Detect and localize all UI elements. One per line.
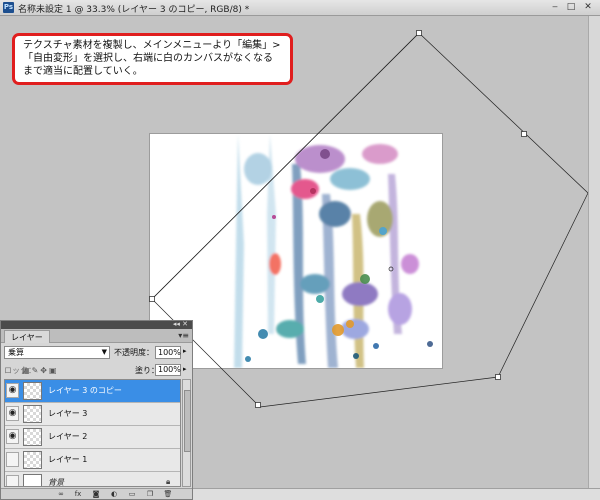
adjustment-icon[interactable]: ◐ bbox=[108, 490, 120, 498]
layer-thumbnail bbox=[23, 451, 42, 469]
layer-list: ◉ レイヤー 3 のコピー ◉ レイヤー 3 ◉ レイヤー 2 レイヤー 1 背… bbox=[4, 379, 181, 487]
layer-row[interactable]: ◉ レイヤー 3 のコピー bbox=[5, 380, 180, 403]
layer-row[interactable]: ◉ レイヤー 2 bbox=[5, 426, 180, 449]
blend-mode-select[interactable]: 乗算 ▼ bbox=[4, 346, 110, 359]
fill-field[interactable]: 100% bbox=[155, 364, 181, 376]
panel-drag-strip[interactable]: ◂◂ ✕ bbox=[1, 320, 192, 329]
panel-menu-icon[interactable]: ▾≡ bbox=[178, 330, 189, 342]
lock-icons[interactable]: ▦✎✥▣ bbox=[22, 364, 59, 377]
eye-icon[interactable]: ◉ bbox=[6, 383, 19, 398]
layer-thumbnail bbox=[23, 405, 42, 423]
transform-handle-left[interactable] bbox=[149, 296, 155, 302]
link-icon[interactable]: ∞ bbox=[55, 490, 67, 498]
fx-icon[interactable]: fx bbox=[72, 490, 84, 498]
new-layer-icon[interactable]: ❐ bbox=[144, 490, 156, 498]
layer-thumbnail bbox=[23, 474, 42, 486]
canvas[interactable] bbox=[150, 134, 442, 368]
layer-row[interactable]: ◉ レイヤー 3 bbox=[5, 403, 180, 426]
chevron-down-icon: ▼ bbox=[101, 348, 107, 356]
transform-handle-top[interactable] bbox=[416, 30, 422, 36]
callout-line: 「自由変形」を選択し、右端に白のカンバスがなくなる bbox=[23, 53, 273, 64]
eye-hidden-icon[interactable] bbox=[6, 475, 19, 486]
eye-hidden-icon[interactable] bbox=[6, 452, 19, 467]
callout-line: テクスチャ素材を複製し、メインメニューより「編集」> bbox=[23, 40, 281, 51]
scrollbar-thumb[interactable] bbox=[184, 390, 191, 452]
layer-list-scrollbar[interactable] bbox=[182, 379, 191, 487]
opacity-field[interactable]: 100% bbox=[155, 346, 181, 359]
instruction-callout: テクスチャ素材を複製し、メインメニューより「編集」> 「自由変形」を選択し、右端… bbox=[12, 33, 293, 85]
layer-name: レイヤー 3 bbox=[48, 409, 88, 418]
collapse-arrows-icon[interactable]: ◂◂ ✕ bbox=[173, 320, 188, 329]
minimize-icon[interactable]: ‒ bbox=[549, 2, 561, 13]
layer-name: レイヤー 3 のコピー bbox=[48, 386, 122, 395]
layer-row[interactable]: レイヤー 1 bbox=[5, 449, 180, 472]
panel-tabbar: レイヤー ▾≡ bbox=[1, 329, 192, 343]
lock-paint-icon[interactable]: ✎ bbox=[32, 366, 41, 375]
tab-layers[interactable]: レイヤー bbox=[4, 330, 50, 343]
close-icon[interactable]: ✕ bbox=[582, 2, 594, 13]
lock-icon: 🔒︎ bbox=[166, 477, 171, 486]
layer-name: レイヤー 1 bbox=[48, 455, 88, 464]
document-title: 名称未設定 1 @ 33.3% (レイヤー 3 のコピー, RGB/8) * bbox=[18, 5, 250, 15]
maximize-icon[interactable]: □ bbox=[565, 2, 577, 13]
layer-thumbnail bbox=[23, 382, 42, 400]
blend-row: 乗算 ▼ 不透明度： 100% ▸ bbox=[4, 346, 190, 360]
transform-handle-right-upper[interactable] bbox=[521, 131, 527, 137]
layers-panel: ◂◂ ✕ レイヤー ▾≡ 乗算 ▼ 不透明度： 100% ▸ ロック： ▦✎✥▣… bbox=[0, 320, 193, 500]
document-titlebar[interactable]: Ps 名称未設定 1 @ 33.3% (レイヤー 3 のコピー, RGB/8) … bbox=[0, 0, 600, 16]
lock-move-icon[interactable]: ✥ bbox=[40, 366, 49, 375]
layer-row[interactable]: 背景 🔒︎ bbox=[5, 472, 180, 487]
photoshop-app-icon: Ps bbox=[3, 2, 14, 13]
layer-thumbnail bbox=[23, 428, 42, 446]
opacity-label: 不透明度： bbox=[114, 348, 154, 357]
mask-icon[interactable]: ◙ bbox=[90, 490, 102, 498]
layer-name: 背景 bbox=[48, 478, 64, 487]
eye-icon[interactable]: ◉ bbox=[6, 406, 19, 421]
blend-mode-value: 乗算 bbox=[8, 348, 24, 357]
watercolor-texture bbox=[234, 134, 433, 368]
panel-footer: ∞ fx ◙ ◐ ▭ ❐ 🗑︎ bbox=[1, 488, 192, 499]
layer-name: レイヤー 2 bbox=[48, 432, 88, 441]
lock-row: ロック： ▦✎✥▣ 塗り： 100% ▸ bbox=[4, 364, 190, 377]
fill-dropdown-icon[interactable]: ▸ bbox=[183, 365, 187, 373]
transform-handle-bottom[interactable] bbox=[255, 402, 261, 408]
group-icon[interactable]: ▭ bbox=[126, 490, 138, 498]
transform-handle-right-lower[interactable] bbox=[495, 374, 501, 380]
eye-icon[interactable]: ◉ bbox=[6, 429, 19, 444]
trash-icon[interactable]: 🗑︎ bbox=[162, 490, 174, 498]
opacity-dropdown-icon[interactable]: ▸ bbox=[183, 347, 187, 355]
lock-transparent-icon[interactable]: ▦ bbox=[22, 366, 32, 375]
vertical-scrollbar[interactable] bbox=[588, 16, 600, 488]
callout-line: まで適当に配置していく。 bbox=[23, 66, 143, 77]
lock-all-icon[interactable]: ▣ bbox=[49, 366, 59, 375]
